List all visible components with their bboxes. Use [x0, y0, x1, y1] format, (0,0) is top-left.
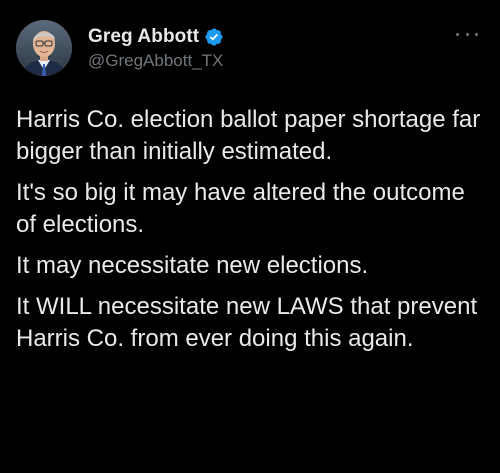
more-dot-icon	[475, 32, 478, 36]
tweet-paragraph: It may necessitate new elections.	[16, 252, 369, 279]
display-name[interactable]: Greg Abbott	[88, 26, 199, 48]
tweet-paragraph: It WILL necessitate new LAWS that preven…	[16, 293, 478, 352]
verified-badge-icon	[205, 28, 223, 46]
tweet-header: Greg Abbott @GregAbbott_TX	[16, 18, 484, 78]
display-name-row: Greg Abbott	[88, 26, 224, 48]
tweet-paragraph: Harris Co. election ballot paper shortag…	[16, 106, 481, 165]
avatar[interactable]	[16, 20, 72, 76]
tweet-text: Harris Co. election ballot paper shortag…	[16, 104, 486, 364]
profile-photo-icon	[16, 20, 72, 76]
author-handle[interactable]: @GregAbbott_TX	[88, 51, 224, 71]
tweet-card: Greg Abbott @GregAbbott_TX Harris Co. el…	[0, 0, 500, 473]
more-options-button[interactable]	[456, 28, 478, 40]
author-names: Greg Abbott @GregAbbott_TX	[88, 26, 224, 71]
tweet-paragraph: It's so big it may have altered the outc…	[16, 179, 465, 238]
more-dot-icon	[465, 32, 469, 36]
more-dot-icon	[456, 32, 459, 36]
